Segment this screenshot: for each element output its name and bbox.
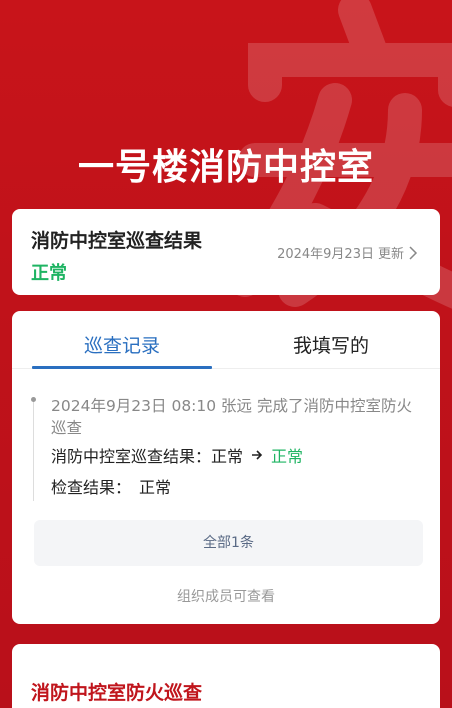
tab-inspection-records[interactable]: 巡查记录 bbox=[32, 331, 212, 358]
records-card: 巡查记录 我填写的 2024年9月23日 08:10 张远 完成了消防中控室防火… bbox=[12, 311, 440, 624]
updated-label: 更新 bbox=[377, 247, 404, 262]
tab-bar: 巡查记录 我填写的 bbox=[12, 311, 440, 369]
result-change-to: 正常 bbox=[271, 447, 304, 466]
chevron-right-icon bbox=[409, 245, 418, 260]
timeline-line bbox=[33, 397, 34, 501]
active-tab-indicator bbox=[32, 366, 212, 369]
view-all-button[interactable]: 全部1条 bbox=[34, 520, 423, 566]
page-title: 一号楼消防中控室 bbox=[77, 147, 374, 188]
updated-date: 2024年9月23日 bbox=[277, 247, 374, 262]
result-status: 正常 bbox=[31, 263, 67, 284]
result-updated[interactable]: 2024年9月23日 更新 bbox=[277, 243, 418, 262]
record-result-change: 消防中控室巡查结果： 正常 正常 bbox=[51, 443, 303, 467]
arrow-right-icon bbox=[252, 450, 263, 460]
result-change-from: 正常 bbox=[211, 447, 244, 466]
result-title: 消防中控室巡查结果 bbox=[31, 230, 203, 252]
record-entry-header: 2024年9月23日 08:10 张远 完成了消防中控室防火巡查 bbox=[51, 397, 412, 437]
timeline-dot bbox=[31, 397, 36, 402]
fire-inspection-title: 消防中控室防火巡查 bbox=[31, 682, 203, 704]
record-check-result: 检查结果： 正常 bbox=[51, 474, 171, 498]
check-result-label: 检查结果： bbox=[51, 478, 132, 497]
check-result-value: 正常 bbox=[139, 478, 172, 497]
fire-inspection-card[interactable]: 消防中控室防火巡查 bbox=[12, 644, 440, 708]
inspection-result-card[interactable]: 消防中控室巡查结果 正常 2024年9月23日 更新 bbox=[12, 209, 440, 295]
visibility-note: 组织成员可查看 bbox=[177, 589, 275, 605]
tab-my-submissions[interactable]: 我填写的 bbox=[241, 331, 421, 358]
result-change-label: 消防中控室巡查结果： bbox=[51, 447, 212, 466]
